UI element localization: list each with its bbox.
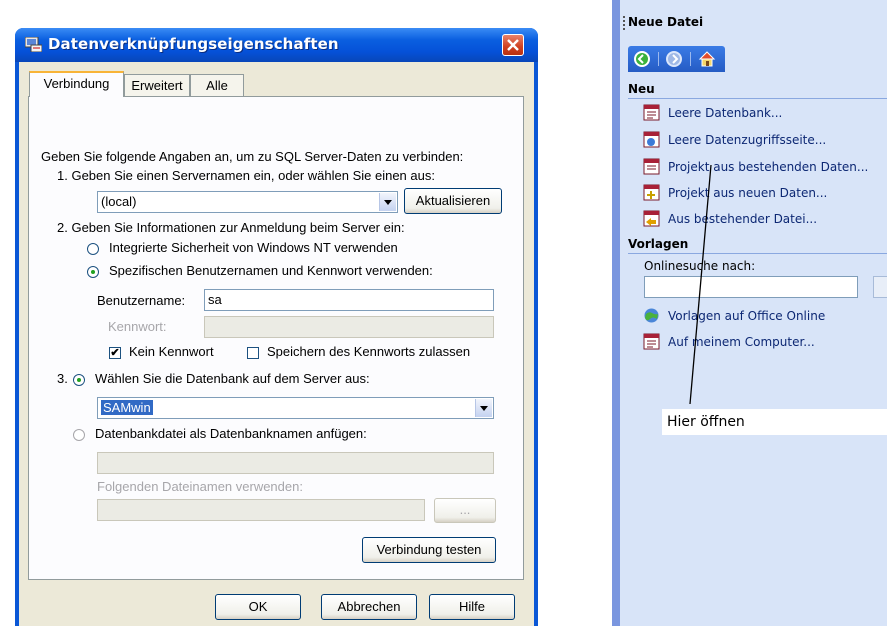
tab-verbindung[interactable]: Verbindung — [29, 71, 124, 97]
annotation-label: Hier öffnen — [662, 409, 887, 435]
annotation-line — [689, 164, 712, 405]
tab-label: Verbindung — [43, 76, 110, 91]
